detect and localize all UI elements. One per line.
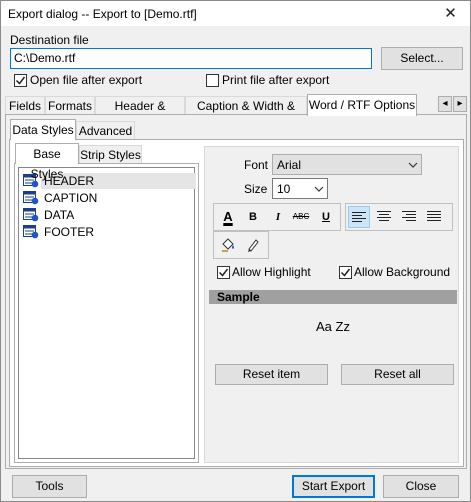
italic-icon[interactable]: I	[267, 206, 289, 228]
tab-scroll-right-icon[interactable]: ▸	[453, 96, 467, 112]
size-label: Size	[244, 182, 268, 196]
style-settings-panel: Font Arial Size 10 A B I ABC U Allow Hig…	[204, 146, 459, 463]
size-select[interactable]: 10	[272, 178, 328, 199]
style-item-label: HEADER	[41, 173, 196, 189]
style-item-icon	[23, 191, 39, 205]
checkmark-icon	[218, 268, 229, 277]
font-select-value: Arial	[277, 158, 302, 172]
style-item-label: DATA	[44, 208, 75, 222]
font-label: Font	[244, 158, 269, 172]
highlight-pen-icon[interactable]	[242, 234, 264, 256]
size-select-value: 10	[277, 182, 291, 196]
align-left-icon[interactable]	[348, 206, 370, 228]
export-dialog: Export dialog -- Export to [Demo.rtf] ✕ …	[0, 0, 471, 502]
style-item-label: FOOTER	[44, 225, 94, 239]
allow-background-checkbox[interactable]	[339, 266, 352, 279]
font-color-icon[interactable]: A	[217, 206, 239, 228]
open-after-export-checkbox[interactable]	[14, 74, 27, 87]
title-bar: Export dialog -- Export to [Demo.rtf] ✕	[1, 1, 470, 26]
allow-highlight-checkbox[interactable]	[217, 266, 230, 279]
sample-header: Sample	[209, 290, 457, 304]
tab-scroll-left-icon[interactable]: ◂	[438, 96, 452, 112]
font-select[interactable]: Arial	[272, 154, 422, 175]
tab-fields[interactable]: Fields	[5, 96, 45, 115]
chevron-down-icon	[314, 186, 324, 192]
tab-base-styles[interactable]: Base Styles	[15, 143, 79, 181]
allow-highlight-label: Allow Highlight	[232, 265, 311, 279]
tab-strip-styles[interactable]: Strip Styles	[79, 145, 142, 164]
tab-word-rtf-options[interactable]: Word / RTF Options	[307, 94, 417, 116]
tab-formats[interactable]: Formats	[45, 96, 95, 115]
print-after-export-label: Print file after export	[222, 73, 330, 87]
chevron-down-icon	[408, 162, 418, 168]
align-center-icon[interactable]	[373, 206, 395, 228]
tab-caption-width-align[interactable]: Caption & Width & Align	[185, 96, 307, 132]
style-item-label: CAPTION	[44, 191, 98, 205]
style-item-icon	[23, 225, 39, 239]
print-after-export-checkbox[interactable]	[206, 74, 219, 87]
tab-advanced[interactable]: Advanced	[76, 121, 135, 140]
underline-icon[interactable]: U	[315, 206, 337, 228]
tools-button[interactable]: Tools	[12, 475, 87, 498]
sample-preview: Aa Zz	[316, 319, 350, 334]
bold-icon[interactable]: B	[242, 206, 264, 228]
sample-header-label: Sample	[217, 290, 260, 304]
style-item-icon	[23, 208, 39, 222]
checkmark-icon	[340, 268, 351, 277]
tab-header-footer[interactable]: Header & Footer	[95, 96, 185, 132]
window-title: Export dialog -- Export to [Demo.rtf]	[8, 7, 197, 21]
align-justify-icon[interactable]	[423, 206, 445, 228]
destination-label: Destination file	[10, 33, 89, 47]
strikethrough-icon[interactable]: ABC	[290, 206, 312, 228]
fill-color-icon[interactable]	[217, 234, 239, 256]
close-icon[interactable]: ✕	[431, 1, 470, 26]
close-button[interactable]: Close	[383, 475, 459, 498]
allow-background-label: Allow Background	[354, 265, 451, 279]
open-after-export-label: Open file after export	[30, 73, 143, 87]
styles-list[interactable]: HEADER CAPTION DATA FOOTER	[18, 167, 196, 459]
select-file-button[interactable]: Select...	[381, 47, 463, 70]
styles-list-page: HEADER CAPTION DATA FOOTER	[14, 163, 199, 463]
checkmark-icon	[15, 76, 26, 85]
reset-item-button[interactable]: Reset item	[215, 364, 328, 385]
reset-all-button[interactable]: Reset all	[341, 364, 454, 385]
align-right-icon[interactable]	[398, 206, 420, 228]
destination-input[interactable]: C:\Demo.rtf	[10, 48, 372, 69]
start-export-button[interactable]: Start Export	[292, 475, 375, 498]
tab-data-styles[interactable]: Data Styles	[10, 119, 76, 140]
